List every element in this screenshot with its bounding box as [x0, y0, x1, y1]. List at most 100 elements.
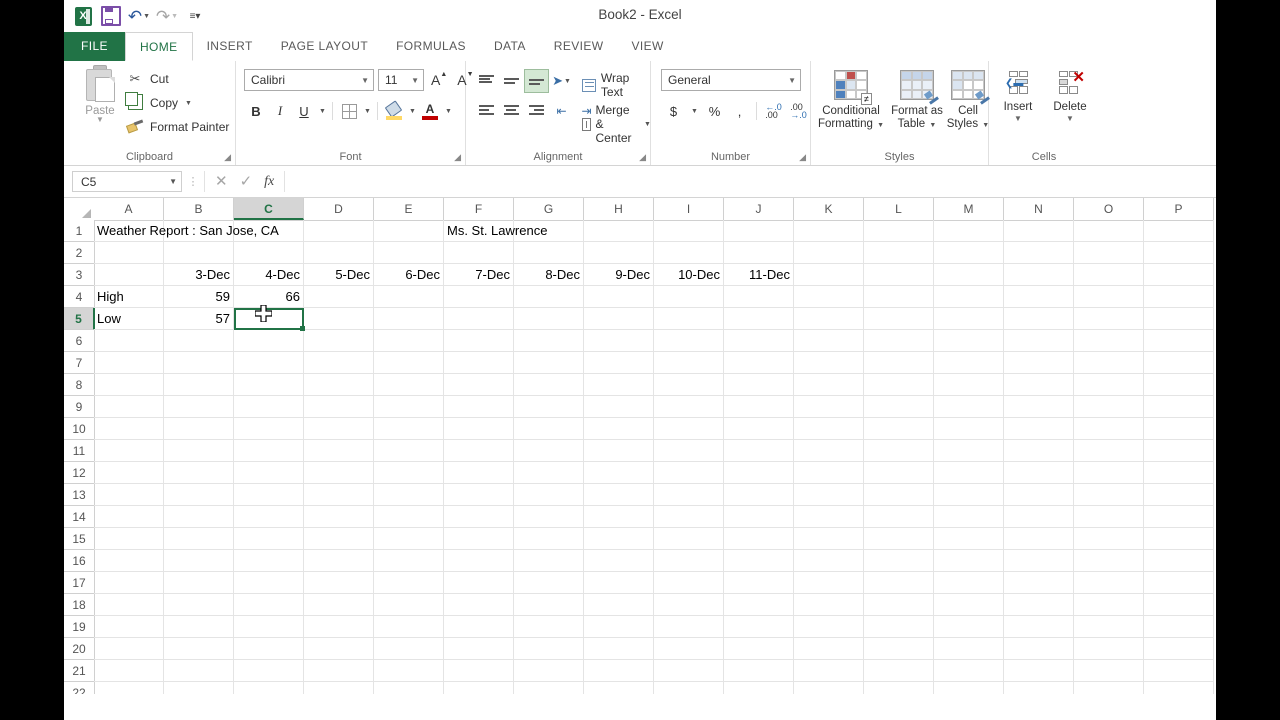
cell-D20[interactable]	[304, 638, 374, 660]
column-header-D[interactable]: D	[304, 198, 374, 220]
cell-G11[interactable]	[514, 440, 584, 462]
chevron-down-icon[interactable]: ▼	[185, 100, 192, 107]
cell-E18[interactable]	[374, 594, 444, 616]
cell-C16[interactable]	[234, 550, 304, 572]
cell-B13[interactable]	[164, 484, 234, 506]
cell-N2[interactable]	[1004, 242, 1074, 264]
cell-K13[interactable]	[794, 484, 864, 506]
cell-B8[interactable]	[164, 374, 234, 396]
cell-F3[interactable]: 7-Dec	[444, 264, 514, 286]
cell-P10[interactable]	[1144, 418, 1214, 440]
cell-G14[interactable]	[514, 506, 584, 528]
cell-A7[interactable]	[94, 352, 164, 374]
cell-L21[interactable]	[864, 660, 934, 682]
cell-G13[interactable]	[514, 484, 584, 506]
cell-O11[interactable]	[1074, 440, 1144, 462]
merge-center-button[interactable]: Merge & Center ▼	[582, 103, 651, 145]
cell-C18[interactable]	[234, 594, 304, 616]
cell-P20[interactable]	[1144, 638, 1214, 660]
cell-D9[interactable]	[304, 396, 374, 418]
cell-N20[interactable]	[1004, 638, 1074, 660]
insert-cells-button[interactable]: ❮▬ Insert ▼	[991, 65, 1045, 123]
center-button[interactable]	[499, 99, 524, 123]
cell-D14[interactable]	[304, 506, 374, 528]
row-header-20[interactable]: 20	[64, 638, 94, 660]
cell-O10[interactable]	[1074, 418, 1144, 440]
cell-F2[interactable]	[444, 242, 514, 264]
cell-L8[interactable]	[864, 374, 934, 396]
cell-N15[interactable]	[1004, 528, 1074, 550]
cell-E3[interactable]: 6-Dec	[374, 264, 444, 286]
cell-F1[interactable]: Ms. St. Lawrence	[444, 220, 547, 242]
cell-E6[interactable]	[374, 330, 444, 352]
cell-I1[interactable]	[654, 220, 724, 242]
cell-C21[interactable]	[234, 660, 304, 682]
row-header-11[interactable]: 11	[64, 440, 94, 462]
row-header-21[interactable]: 21	[64, 660, 94, 682]
tab-review[interactable]: REVIEW	[540, 32, 618, 61]
column-header-J[interactable]: J	[724, 198, 794, 220]
number-dialog-launcher-icon[interactable]: ◢	[799, 152, 806, 163]
decrease-decimal-button[interactable]: .00 →.0	[786, 99, 811, 123]
cell-N17[interactable]	[1004, 572, 1074, 594]
cell-M6[interactable]	[934, 330, 1004, 352]
cell-O7[interactable]	[1074, 352, 1144, 374]
cell-D6[interactable]	[304, 330, 374, 352]
cell-M15[interactable]	[934, 528, 1004, 550]
cell-M20[interactable]	[934, 638, 1004, 660]
cell-O5[interactable]	[1074, 308, 1144, 330]
cell-E19[interactable]	[374, 616, 444, 638]
cell-F9[interactable]	[444, 396, 514, 418]
cell-N6[interactable]	[1004, 330, 1074, 352]
cell-E22[interactable]	[374, 682, 444, 694]
cell-I14[interactable]	[654, 506, 724, 528]
cell-J2[interactable]	[724, 242, 794, 264]
cell-K1[interactable]	[794, 220, 864, 242]
row-header-12[interactable]: 12	[64, 462, 94, 484]
cell-E1[interactable]	[374, 220, 444, 242]
cell-L2[interactable]	[864, 242, 934, 264]
cell-P2[interactable]	[1144, 242, 1214, 264]
comma-style-button[interactable]: ,	[727, 99, 752, 123]
cell-A16[interactable]	[94, 550, 164, 572]
cell-G20[interactable]	[514, 638, 584, 660]
cell-H18[interactable]	[584, 594, 654, 616]
cell-P19[interactable]	[1144, 616, 1214, 638]
row-header-15[interactable]: 15	[64, 528, 94, 550]
cell-P13[interactable]	[1144, 484, 1214, 506]
cell-M8[interactable]	[934, 374, 1004, 396]
cell-C7[interactable]	[234, 352, 304, 374]
column-header-M[interactable]: M	[934, 198, 1004, 220]
font-size-input[interactable]: 11 ▼	[378, 69, 424, 91]
font-color-chevron-down-icon[interactable]: ▼	[442, 99, 454, 123]
column-header-C[interactable]: C	[234, 198, 304, 220]
cell-C22[interactable]	[234, 682, 304, 694]
align-left-button[interactable]	[474, 99, 499, 123]
cell-I13[interactable]	[654, 484, 724, 506]
cell-L11[interactable]	[864, 440, 934, 462]
cell-C2[interactable]	[234, 242, 304, 264]
cell-H4[interactable]	[584, 286, 654, 308]
clipboard-dialog-launcher-icon[interactable]: ◢	[224, 152, 231, 163]
cell-P14[interactable]	[1144, 506, 1214, 528]
cell-N14[interactable]	[1004, 506, 1074, 528]
cell-P17[interactable]	[1144, 572, 1214, 594]
cell-H3[interactable]: 9-Dec	[584, 264, 654, 286]
cell-G7[interactable]	[514, 352, 584, 374]
cell-O22[interactable]	[1074, 682, 1144, 694]
cell-C14[interactable]	[234, 506, 304, 528]
cell-K11[interactable]	[794, 440, 864, 462]
cell-J16[interactable]	[724, 550, 794, 572]
cell-K4[interactable]	[794, 286, 864, 308]
increase-font-size-button[interactable]: A▲	[428, 71, 450, 88]
tab-view[interactable]: VIEW	[618, 32, 678, 61]
cell-D13[interactable]	[304, 484, 374, 506]
cell-K14[interactable]	[794, 506, 864, 528]
cell-A17[interactable]	[94, 572, 164, 594]
cell-G15[interactable]	[514, 528, 584, 550]
cell-O15[interactable]	[1074, 528, 1144, 550]
cell-K18[interactable]	[794, 594, 864, 616]
cell-O16[interactable]	[1074, 550, 1144, 572]
cell-E9[interactable]	[374, 396, 444, 418]
cell-E5[interactable]	[374, 308, 444, 330]
